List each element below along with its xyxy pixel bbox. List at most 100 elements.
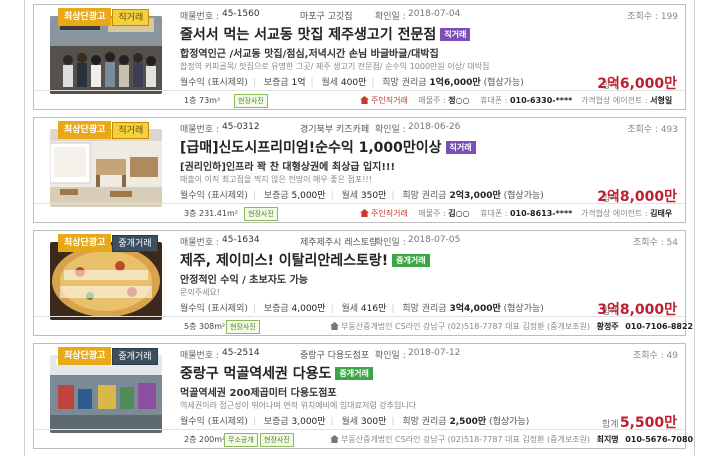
agent-name: 황정주 — [596, 322, 619, 331]
deal-type-badge: 중개거래 — [112, 235, 158, 252]
premium-ad-badge: 최상단광고 — [58, 234, 112, 252]
listing-title[interactable]: 제주, 제이미스! 이탈리안레스토랑! 중개거래 — [180, 250, 430, 270]
key-money-label: 희망 권리금 — [402, 191, 447, 201]
monthly-income-label: 월수익 — [180, 304, 205, 314]
deposit-label: 보증금 — [263, 78, 289, 88]
monthly-income-label: 월수익 — [180, 417, 205, 427]
listing-photo[interactable] — [50, 129, 162, 207]
phone-number[interactable]: 010-7106-8822 — [625, 322, 693, 331]
deal-type-badge: 중개거래 — [112, 348, 158, 365]
rent-value: 400만 — [340, 78, 367, 88]
seller-name: 김○○ — [448, 209, 470, 218]
deposit-label: 보증금 — [263, 417, 289, 427]
deal-type-tag: 중개거래 — [392, 254, 430, 267]
premium-ad-badge: 최상단광고 — [58, 121, 112, 139]
price-row: 월수익 (표시제외) | 보증금 5,000만 | 월세 350만 | 희망 권리금 … — [180, 191, 544, 201]
key-money-label: 희망 권리금 — [382, 78, 427, 88]
listing-title[interactable]: 중랑구 먹골역세권 다용도 중개거래 — [180, 363, 373, 383]
phone-number[interactable]: 010-6330-**** — [510, 96, 572, 105]
key-money-value: 3억4,000만 — [449, 304, 501, 314]
listing-card[interactable]: 최상단광고 직거래 매물번호 : 45-0312 경기북부 키즈카페 확인일:… — [33, 117, 686, 223]
listing-number-label: 매물번호 : — [180, 351, 220, 361]
rent-label: 월세 — [321, 78, 339, 88]
listing-region: 마포구 고깃집 — [300, 12, 353, 22]
listing-region: 경기북부 키즈카페 — [300, 125, 370, 135]
monthly-income-value: (표시제외) — [207, 78, 248, 88]
phone-label: 휴대폰 : — [480, 209, 508, 218]
listing-photo[interactable] — [50, 242, 162, 320]
view-count: 조회수 : 199 — [627, 12, 678, 22]
contact-info: 주인직거래 매물주 : 김○○ 휴대폰 : 010-8613-**** 가격협상… — [360, 208, 672, 219]
price-row: 월수익 (표시제외) | 보증금 3,000만 | 월세 300만 | 희망 권리금 … — [180, 417, 530, 427]
listing-number-label: 매물번호 : — [180, 238, 220, 248]
deposit-label: 보증금 — [263, 191, 289, 201]
listing-description: 매출이 이직 최고점을 찍지 않은 전망이 매우 좋은 점포!!! — [180, 175, 372, 184]
shop-open-pill: 무소공개 — [224, 433, 258, 447]
listing-title-text[interactable]: 줄서서 먹는 서교동 맛집 제주생고기 전문점 — [180, 27, 436, 43]
key-money-label: 희망 권리금 — [402, 417, 447, 427]
view-count: 조회수 : 49 — [632, 351, 678, 361]
listing-number: 45-1560 — [222, 9, 260, 19]
confirm-date-label: 확인일 : — [375, 12, 406, 22]
listing-meta: 매물번호 : 45-1634 제주제주시 레스토랑 확인일 : 2018-07-… — [180, 235, 680, 251]
confirm-date-label: 확인일 : — [375, 351, 406, 361]
site-photo-pill: 현장사진 — [260, 433, 294, 447]
floor-area: 5층 308m² — [184, 322, 226, 331]
seller-label: 매물주 : — [418, 96, 446, 105]
listing-title[interactable]: 줄서서 먹는 서교동 맛집 제주생고기 전문점 직거래 — [180, 24, 471, 44]
floor-area: 3층 231.41m² — [184, 209, 238, 218]
price-row: 월수익 (표시제외) | 보증금 1억 | 월세 400만 | 희망 권리금 1억6,… — [180, 78, 524, 88]
badge-group: 최상단광고 직거래 — [58, 121, 150, 139]
listing-thumbnail-area[interactable]: 최상단광고 중개거래 — [40, 234, 170, 329]
listing-thumbnail-area[interactable]: 최상단광고 직거래 — [40, 8, 170, 103]
listing-title-text[interactable]: 제주, 제이미스! 이탈리안레스토랑! — [180, 253, 388, 269]
monthly-income-value: (표시제외) — [207, 304, 248, 314]
listing-thumbnail-area[interactable]: 최상단광고 중개거래 — [40, 347, 170, 442]
confirm-date-label: 확인일 : — [375, 125, 406, 135]
listing-number: 45-1634 — [222, 235, 260, 245]
deposit-value: 4,000만 — [291, 304, 326, 314]
key-money-label: 희망 권리금 — [402, 304, 447, 314]
key-money-value: 1억6,000만 — [429, 78, 481, 88]
listing-footer: 5층 308m² 현장사진 부동산중개법인 CS라인 강남구 (02)518-7… — [34, 316, 693, 335]
rent-value: 416만 — [360, 304, 387, 314]
listing-card[interactable]: 최상단광고 중개거래 매물번호 : 45-1634 제주제주시 레스토랑 확인일… — [33, 230, 693, 336]
listing-title-text[interactable]: 중랑구 먹골역세권 다용도 — [180, 366, 331, 382]
deposit-value: 3,000만 — [291, 417, 326, 427]
deal-type-tag: 직거래 — [440, 28, 471, 41]
premium-ad-badge: 최상단광고 — [58, 8, 112, 26]
listing-card[interactable]: 최상단광고 직거래 매물번호: 45-1560 마포구 고깃집 확인일: 2… — [33, 4, 686, 110]
contact-info: 부동산중개법인 CS라인 강남구 (02)518-7787 대표 김정환 (중개… — [330, 434, 693, 445]
confirm-date: 2018-07-05 — [408, 235, 461, 245]
home-icon — [360, 96, 369, 104]
home-icon — [330, 322, 339, 330]
listing-number-label: 매물번호 : — [180, 125, 220, 135]
listing-photo[interactable] — [50, 355, 162, 433]
negotiable-note: (협상가능) — [503, 304, 544, 314]
listing-title-text[interactable]: [급매]신도시프리미엄!순수익 1,000만이상 — [180, 140, 442, 156]
agent-name: 최지명 — [596, 435, 619, 444]
key-money-value: 2,500만 — [449, 417, 487, 427]
contact-info: 부동산중개법인 CS라인 강남구 (02)518-7787 대표 김정환 (중개… — [330, 321, 693, 332]
listing-region: 중랑구 다용도점포 — [300, 351, 370, 361]
key-money-value: 2억3,000만 — [449, 191, 501, 201]
deal-type-badge: 직거래 — [112, 122, 150, 139]
deal-type-badge: 직거래 — [112, 9, 150, 26]
badge-group: 최상단광고 중개거래 — [58, 234, 158, 252]
listing-thumbnail-area[interactable]: 최상단광고 직거래 — [40, 121, 170, 216]
phone-number[interactable]: 010-8613-**** — [510, 209, 572, 218]
broker-info: 부동산중개법인 CS라인 강남구 (02)518-7787 대표 김정환 (중개… — [341, 322, 591, 331]
site-photo-pill: 현장사진 — [234, 94, 268, 108]
monthly-income-value: (표시제외) — [207, 417, 248, 427]
seller-label: 매물주 : — [418, 209, 446, 218]
deal-type-tag: 중개거래 — [335, 367, 373, 380]
listing-card[interactable]: 최상단광고 중개거래 매물번호 : 45-2514 중랑구 다용도점포 확인일 … — [33, 343, 693, 449]
home-icon — [360, 209, 369, 217]
listing-subtitle: 먹골역세권 200제곱미터 다용도점포 — [180, 388, 337, 399]
owner-direct-label: 주인직거래 — [371, 96, 408, 105]
listing-number: 45-0312 — [222, 122, 260, 132]
listing-title[interactable]: [급매]신도시프리미엄!순수익 1,000만이상 직거래 — [180, 137, 476, 157]
phone-number[interactable]: 010-5676-7080 — [625, 435, 693, 444]
listing-photo[interactable] — [50, 16, 162, 94]
badge-group: 최상단광고 직거래 — [58, 8, 150, 26]
